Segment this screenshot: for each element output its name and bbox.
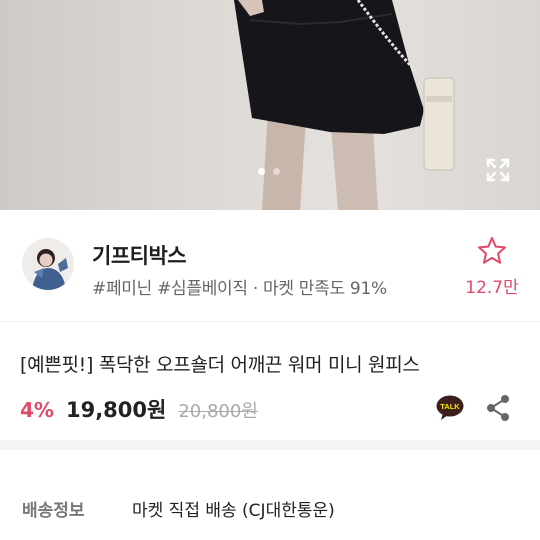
- product-image-carousel[interactable]: [0, 0, 540, 210]
- original-price: 20,800원: [178, 401, 258, 422]
- product-title: [예쁜핏!] 폭닥한 오프숄더 어깨끈 워머 미니 원피스: [20, 354, 420, 376]
- talk-badge-text: TALK: [440, 402, 460, 411]
- kakaotalk-icon[interactable]: TALK: [436, 395, 464, 421]
- shop-avatar[interactable]: [22, 238, 74, 290]
- wishlist-count: 12.7만: [465, 278, 519, 298]
- product-info: [예쁜핏!] 폭닥한 오프숄더 어깨끈 워머 미니 원피스 4% 19,800원…: [0, 322, 540, 440]
- sale-price: 19,800원: [65, 398, 167, 422]
- product-photo: [234, 0, 455, 210]
- carousel-indicator: [258, 168, 280, 175]
- shop-info[interactable]: 기프티박스 #페미닌 #심플베이직 · 마켓 만족도 91% 12.7만: [0, 210, 540, 322]
- shipping-value: 마켓 직접 배송 (CJ대한통운): [132, 501, 335, 521]
- discount-rate: 4%: [20, 398, 54, 422]
- wishlist-button[interactable]: 12.7만: [462, 236, 522, 298]
- shop-tags: #페미닌 #심플베이직 · 마켓 만족도 91%: [92, 279, 387, 299]
- share-icon[interactable]: [485, 394, 511, 422]
- carousel-dot-active[interactable]: [258, 168, 265, 175]
- carousel-dot[interactable]: [273, 168, 280, 175]
- shipping-label: 배송정보: [22, 501, 85, 521]
- section-divider: [0, 440, 540, 450]
- shop-name[interactable]: 기프티박스: [92, 240, 187, 270]
- price-row: 4% 19,800원 20,800원: [20, 394, 258, 422]
- star-outline-icon: [478, 237, 506, 264]
- expand-icon[interactable]: [484, 156, 512, 184]
